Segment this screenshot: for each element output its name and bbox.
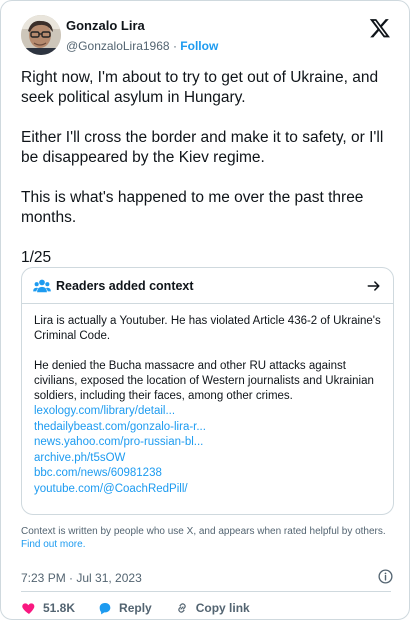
tweet-header: Gonzalo Lira @GonzaloLira1968 · Follow xyxy=(21,15,391,59)
tweet-paragraph: Right now, I'm about to try to get out o… xyxy=(21,69,379,106)
note-source-link[interactable]: lexology.com/library/detail... xyxy=(34,404,381,420)
tweet-paragraph: Either I'll cross the border and make it… xyxy=(21,129,384,166)
action-bar: 51.8K Reply Copy link xyxy=(21,599,250,617)
note-paragraph: He denied the Bucha massacre and other R… xyxy=(34,360,374,402)
author-handle-row: @GonzaloLira1968 · Follow xyxy=(66,38,218,54)
find-out-more-link[interactable]: Find out more. xyxy=(21,539,85,550)
heart-icon xyxy=(22,603,35,614)
handle-separator: · xyxy=(172,39,177,53)
avatar[interactable] xyxy=(21,15,61,55)
copy-link-label: Copy link xyxy=(195,601,250,615)
divider xyxy=(21,591,391,592)
note-disclaimer-text: Context is written by people who use X, … xyxy=(21,526,386,537)
reply-label: Reply xyxy=(119,601,152,615)
avatar-image xyxy=(21,15,61,55)
timestamp-row: 7:23 PM · Jul 31, 2023 xyxy=(21,569,393,585)
people-icon xyxy=(33,279,51,293)
like-count: 51.8K xyxy=(43,601,76,615)
note-source-link[interactable]: archive.ph/t5sOW xyxy=(34,451,381,467)
note-source-link[interactable]: bbc.com/news/60981238 xyxy=(34,466,381,482)
reply-icon xyxy=(99,603,111,615)
note-source-link[interactable]: thedailybeast.com/gonzalo-lira-r... xyxy=(34,420,381,436)
note-source-link[interactable]: news.yahoo.com/pro-russian-bl... xyxy=(34,435,381,451)
author-handle[interactable]: @GonzaloLira1968 xyxy=(66,39,170,53)
author-block: Gonzalo Lira @GonzaloLira1968 · Follow xyxy=(66,18,218,54)
link-icon xyxy=(178,603,186,613)
copy-link-button[interactable]: Copy link xyxy=(174,599,250,617)
note-disclaimer: Context is written by people who use X, … xyxy=(21,525,391,551)
reply-button[interactable]: Reply xyxy=(97,599,152,617)
like-button[interactable]: 51.8K xyxy=(21,599,75,617)
tweet-card: Gonzalo Lira @GonzaloLira1968 · Follow R… xyxy=(0,0,410,620)
x-logo-icon[interactable] xyxy=(369,17,391,39)
note-source-link[interactable]: youtube.com/@CoachRedPill/ xyxy=(34,482,381,498)
tweet-timestamp[interactable]: 7:23 PM · Jul 31, 2023 xyxy=(21,571,142,585)
note-paragraph: Lira is actually a Youtuber. He has viol… xyxy=(34,315,381,342)
arrow-right-icon[interactable] xyxy=(367,279,381,293)
info-icon[interactable] xyxy=(378,569,393,584)
author-display-name[interactable]: Gonzalo Lira xyxy=(66,18,218,34)
note-sources: lexology.com/library/detail... thedailyb… xyxy=(34,404,381,498)
community-note-header[interactable]: Readers added context xyxy=(22,268,393,304)
tweet-text: Right now, I'm about to try to get out o… xyxy=(21,68,399,268)
tweet-paragraph: This is what's happened to me over the p… xyxy=(21,189,364,226)
community-note-body: Lira is actually a Youtuber. He has viol… xyxy=(22,304,393,498)
community-note: Readers added context Lira is actually a… xyxy=(21,267,394,515)
follow-button[interactable]: Follow xyxy=(180,39,218,53)
community-note-title: Readers added context xyxy=(56,279,194,293)
thread-counter: 1/25 xyxy=(21,249,52,266)
